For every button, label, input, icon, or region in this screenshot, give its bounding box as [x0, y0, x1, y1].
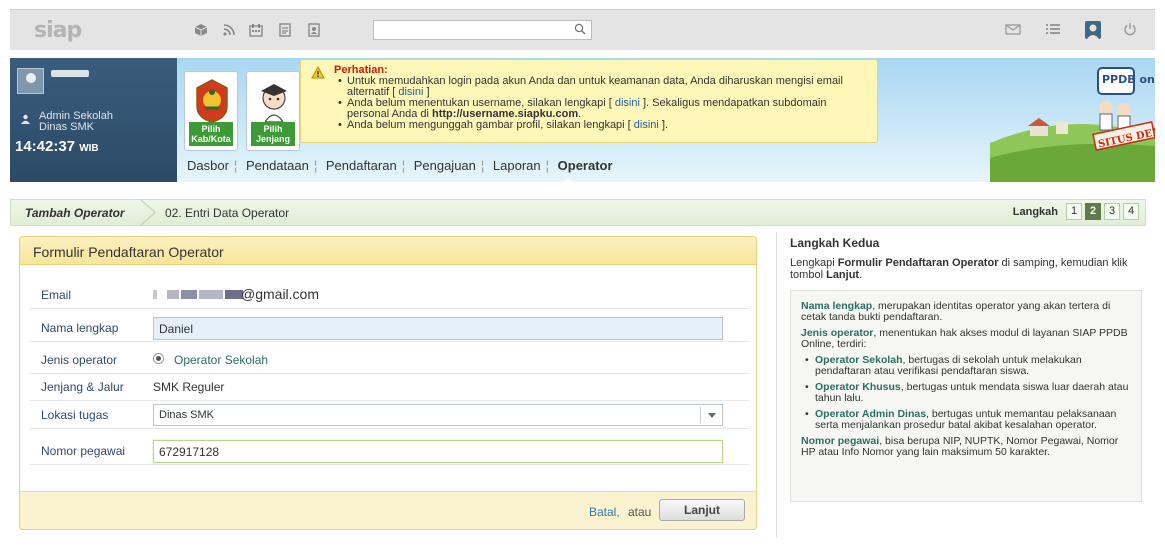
regional-seal-icon: [196, 79, 228, 123]
alert-link-profile-picture[interactable]: disini: [634, 119, 659, 131]
active-nav-caret: [561, 178, 575, 182]
power-icon[interactable]: [1121, 22, 1139, 39]
lokasi-label: Lokasi tugas: [41, 408, 109, 422]
nama-row: Nama lengkap: [29, 314, 749, 342]
banner-illustration: PPDB online SITUS DEMO: [990, 67, 1155, 182]
jenis-row: Jenis operator Operator Sekolah: [29, 346, 749, 374]
nomor-row: Nomor pegawai: [29, 437, 749, 465]
box-icon[interactable]: [194, 23, 208, 37]
email-value: @gmail.com: [241, 286, 320, 302]
jenjang-row: Jenjang & Jalur SMK Reguler: [29, 373, 749, 401]
help-nama: Nama lengkap, merupakan identitas operat…: [801, 300, 1111, 323]
alert-item: Anda belum mengunggah gambar profil, sil…: [338, 119, 869, 132]
contact-card-icon[interactable]: [307, 23, 321, 37]
user-role: Admin Sekolah Dinas SMK: [39, 110, 113, 133]
search-input[interactable]: [373, 20, 592, 40]
nav-pendaftaran[interactable]: Pendaftaran: [326, 158, 397, 173]
header-banner: Admin Sekolah Dinas SMK 14:42:37 WIB Pil…: [10, 58, 1155, 182]
mail-icon[interactable]: [1004, 22, 1022, 39]
form-footer: Batal, atau Lanjut: [20, 491, 756, 529]
email-label: Email: [41, 288, 72, 302]
step-4[interactable]: 4: [1123, 203, 1139, 220]
warning-alert: Perhatian: Untuk memudahkan login pada a…: [300, 59, 878, 143]
user-role-icon: [20, 114, 31, 128]
cancel-link[interactable]: Batal,: [589, 505, 620, 519]
step-indicator: Langkah 1 2 3 4: [1013, 203, 1139, 220]
nomor-pegawai-input[interactable]: [153, 440, 723, 463]
form-title: Formulir Pendaftaran Operator: [20, 237, 756, 265]
email-row: Email @gmail.com: [29, 281, 749, 309]
search-icon[interactable]: [574, 23, 586, 35]
operator-form: Formulir Pendaftaran Operator Email @gma…: [19, 236, 757, 530]
operator-sekolah-label[interactable]: Operator Sekolah: [174, 353, 268, 367]
alert-item: Anda belum menentukan username, silakan …: [338, 97, 869, 120]
select-kab-kota-label: Pilih Kab/Kota: [189, 122, 233, 146]
column-divider: [776, 232, 777, 538]
operator-sekolah-radio[interactable]: [153, 353, 164, 364]
nav-dasbor[interactable]: Dasbor: [187, 158, 229, 173]
steps-label: Langkah: [1012, 205, 1058, 218]
nama-lengkap-input[interactable]: [153, 317, 723, 340]
alert-link-username[interactable]: disini: [615, 97, 640, 109]
breadcrumb-current: 02. Entri Data Operator: [165, 206, 290, 220]
user-name-redacted: [51, 70, 89, 77]
help-nomor: Nomor pegawai, bisa berupa NIP, NUPTK, N…: [801, 435, 1119, 458]
jenis-label: Jenis operator: [41, 353, 118, 367]
email-redacted: [153, 290, 243, 299]
clock: 14:42:37 WIB: [15, 138, 99, 155]
student-icon: [261, 84, 287, 123]
top-bar: siap: [10, 9, 1155, 50]
breadcrumb-parent[interactable]: Tambah Operator: [25, 206, 125, 220]
list-icon[interactable]: [1044, 22, 1062, 39]
ppdb-badge: PPDB online: [1102, 73, 1155, 86]
jenjang-value: SMK Reguler: [153, 380, 225, 394]
rss-icon[interactable]: [222, 23, 236, 37]
help-box: Nama lengkap, merupakan identitas operat…: [790, 290, 1142, 502]
select-jenjang-button[interactable]: Pilih Jenjang: [246, 71, 300, 151]
help-jenis: Jenis operator, menentukan hak akses mod…: [801, 327, 1128, 350]
jenjang-label: Jenjang & Jalur: [41, 380, 124, 394]
list-item: Operator Khusus, bertugas untuk mendata …: [801, 382, 1131, 404]
select-jenjang-label: Pilih Jenjang: [251, 122, 295, 146]
breadcrumb: Tambah Operator 02. Entri Data Operator …: [10, 199, 1146, 226]
help-column: Langkah Kedua Lengkapi Formulir Pendafta…: [790, 236, 1135, 281]
nav-pengajuan[interactable]: Pengajuan: [414, 158, 476, 173]
nav-pendataan[interactable]: Pendataan: [246, 158, 309, 173]
siap-logo[interactable]: siap: [34, 18, 82, 43]
lokasi-tugas-select[interactable]: Dinas SMK: [153, 404, 723, 426]
help-intro: Lengkapi Formulir Pendaftaran Operator d…: [790, 257, 1128, 281]
calendar-icon[interactable]: [249, 23, 263, 37]
nav-operator[interactable]: Operator: [558, 158, 613, 173]
help-title: Langkah Kedua: [790, 236, 880, 250]
step-1[interactable]: 1: [1066, 203, 1082, 220]
list-item: Operator Admin Dinas, bertugas untuk mem…: [801, 409, 1131, 431]
avatar[interactable]: [17, 68, 44, 94]
list-item: Operator Sekolah, bertugas di sekolah un…: [801, 355, 1131, 377]
nama-label: Nama lengkap: [41, 321, 119, 335]
user-panel: Admin Sekolah Dinas SMK 14:42:37 WIB: [10, 58, 177, 182]
warning-icon: [311, 66, 325, 79]
document-icon[interactable]: [278, 23, 292, 37]
select-kab-kota-button[interactable]: Pilih Kab/Kota: [184, 71, 238, 151]
help-operator-types: Operator Sekolah, bertugas di sekolah un…: [801, 355, 1131, 431]
step-2[interactable]: 2: [1085, 203, 1101, 220]
user-avatar-icon[interactable]: [1085, 21, 1101, 39]
nav-laporan[interactable]: Laporan: [493, 158, 541, 173]
step-3[interactable]: 3: [1104, 203, 1120, 220]
chevron-down-icon[interactable]: [700, 407, 722, 423]
breadcrumb-separator-icon: [139, 199, 157, 226]
lokasi-selected: Dinas SMK: [159, 409, 215, 421]
lanjut-button[interactable]: Lanjut: [659, 499, 745, 521]
main-nav: Dasbor ¦ Pendataan ¦ Pendaftaran ¦ Pengajua…: [187, 158, 613, 182]
or-text: atau: [628, 505, 652, 519]
alert-item: Untuk memudahkan login pada akun Anda da…: [338, 76, 869, 98]
lokasi-row: Lokasi tugas Dinas SMK: [29, 401, 749, 429]
nomor-label: Nomor pegawai: [41, 444, 126, 458]
